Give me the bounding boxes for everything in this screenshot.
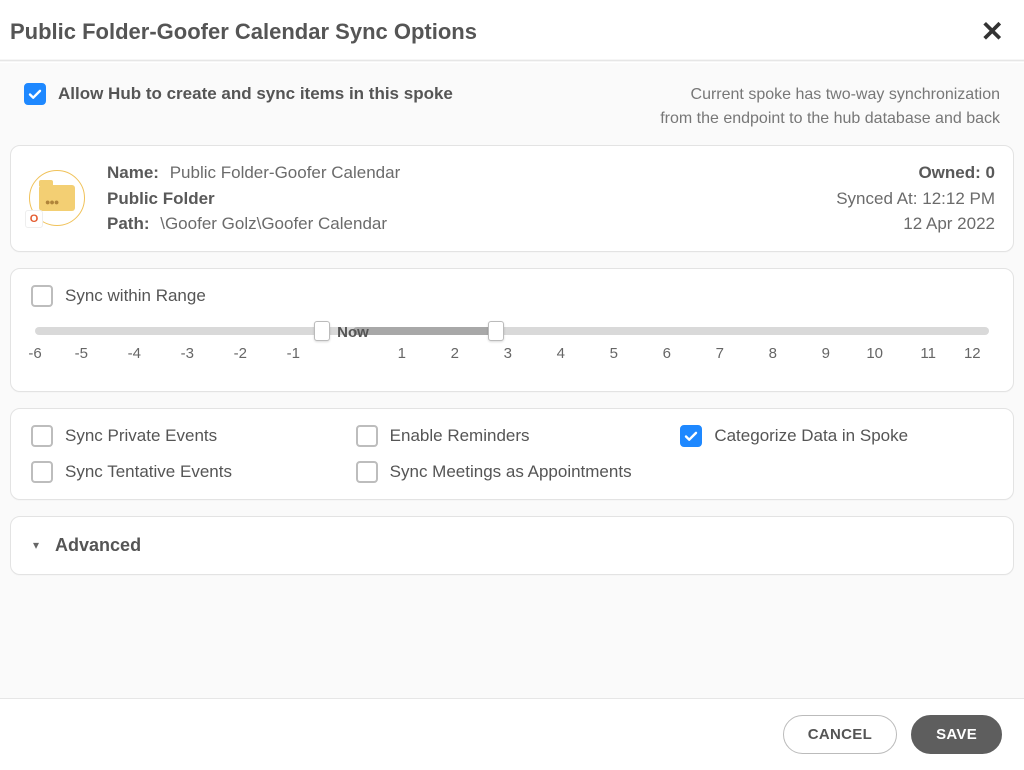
slider-track: [35, 327, 989, 335]
office-badge-icon: O: [25, 210, 43, 228]
spoke-info-card: ●●● O Name: Public Folder-Goofer Calenda…: [10, 145, 1014, 252]
synced-date: 12 Apr 2022: [836, 211, 995, 237]
option-categorize: Categorize Data in Spoke: [680, 425, 993, 447]
dialog-footer: CANCEL SAVE: [0, 699, 1024, 770]
close-button[interactable]: ✕: [981, 18, 1004, 46]
close-icon: ✕: [981, 16, 1004, 47]
path-label: Path:: [107, 214, 150, 233]
slider-fill: [353, 327, 496, 335]
allow-hub-label: Allow Hub to create and sync items in th…: [58, 84, 453, 104]
sync-within-range-checkbox[interactable]: [31, 285, 53, 307]
synced-label: Synced At:: [836, 189, 917, 208]
name-value: Public Folder-Goofer Calendar: [170, 163, 401, 182]
spoke-path-row: Path: \Goofer Golz\Goofer Calendar: [107, 211, 836, 237]
name-label: Name:: [107, 163, 159, 182]
option-sync-tentative: Sync Tentative Events: [31, 461, 344, 483]
owned-value: 0: [986, 163, 995, 182]
slider-handle-right[interactable]: [488, 321, 504, 341]
folder-type: Public Folder: [107, 186, 836, 212]
option-meetings-as-appts: Sync Meetings as Appointments: [356, 461, 669, 483]
advanced-label: Advanced: [55, 535, 141, 556]
cancel-button[interactable]: CANCEL: [783, 715, 897, 754]
sync-within-range-label: Sync within Range: [65, 286, 206, 306]
allow-row: Allow Hub to create and sync items in th…: [10, 75, 1014, 145]
dialog-header: Public Folder-Goofer Calendar Sync Optio…: [0, 0, 1024, 60]
options-card: Sync Private Events Enable Reminders Cat…: [10, 408, 1014, 500]
synced-time: 12:12 PM: [922, 189, 995, 208]
sync-tentative-checkbox[interactable]: [31, 461, 53, 483]
spoke-info-right: Owned: 0 Synced At: 12:12 PM 12 Apr 2022: [836, 160, 995, 237]
advanced-section-toggle[interactable]: ▾ Advanced: [10, 516, 1014, 575]
slider-handle-left[interactable]: [314, 321, 330, 341]
meetings-as-appts-checkbox[interactable]: [356, 461, 378, 483]
synced-row: Synced At: 12:12 PM: [836, 186, 995, 212]
range-card: Sync within Range Now -6-5-4-3-2-1123456…: [10, 268, 1014, 392]
header-divider: [0, 60, 1024, 61]
allow-hub-checkbox[interactable]: [24, 83, 46, 105]
check-icon: [683, 428, 699, 444]
dialog-title: Public Folder-Goofer Calendar Sync Optio…: [10, 19, 477, 45]
enable-reminders-label: Enable Reminders: [390, 426, 530, 446]
range-slider[interactable]: Now -6-5-4-3-2-1123456789101112: [35, 323, 989, 373]
sync-private-checkbox[interactable]: [31, 425, 53, 447]
path-value: \Goofer Golz\Goofer Calendar: [160, 214, 387, 233]
spoke-info-left: Name: Public Folder-Goofer Calendar Publ…: [107, 160, 836, 237]
sync-tentative-label: Sync Tentative Events: [65, 462, 232, 482]
options-grid: Sync Private Events Enable Reminders Cat…: [31, 425, 993, 483]
dialog-body: Allow Hub to create and sync items in th…: [0, 63, 1024, 698]
sync-description-line2: from the endpoint to the hub database an…: [660, 110, 1000, 127]
range-top: Sync within Range: [31, 285, 993, 307]
option-enable-reminders: Enable Reminders: [356, 425, 669, 447]
owned-row: Owned: 0: [836, 160, 995, 186]
categorize-checkbox[interactable]: [680, 425, 702, 447]
allow-left: Allow Hub to create and sync items in th…: [24, 83, 453, 105]
spoke-icon: ●●● O: [29, 170, 85, 226]
slider-ticks: -6-5-4-3-2-1123456789101112: [35, 345, 989, 362]
owned-label: Owned:: [918, 163, 980, 182]
check-icon: [27, 86, 43, 102]
chevron-down-icon: ▾: [33, 538, 39, 552]
enable-reminders-checkbox[interactable]: [356, 425, 378, 447]
sync-description-line1: Current spoke has two-way synchronizatio…: [691, 86, 1000, 103]
spoke-name-row: Name: Public Folder-Goofer Calendar: [107, 160, 836, 186]
categorize-label: Categorize Data in Spoke: [714, 426, 908, 446]
meetings-as-appts-label: Sync Meetings as Appointments: [390, 462, 632, 482]
sync-private-label: Sync Private Events: [65, 426, 217, 446]
save-button[interactable]: SAVE: [911, 715, 1002, 754]
option-sync-private: Sync Private Events: [31, 425, 344, 447]
slider-now-label: Now: [337, 324, 369, 341]
sync-options-dialog: Public Folder-Goofer Calendar Sync Optio…: [0, 0, 1024, 770]
sync-description: Current spoke has two-way synchronizatio…: [660, 83, 1000, 131]
